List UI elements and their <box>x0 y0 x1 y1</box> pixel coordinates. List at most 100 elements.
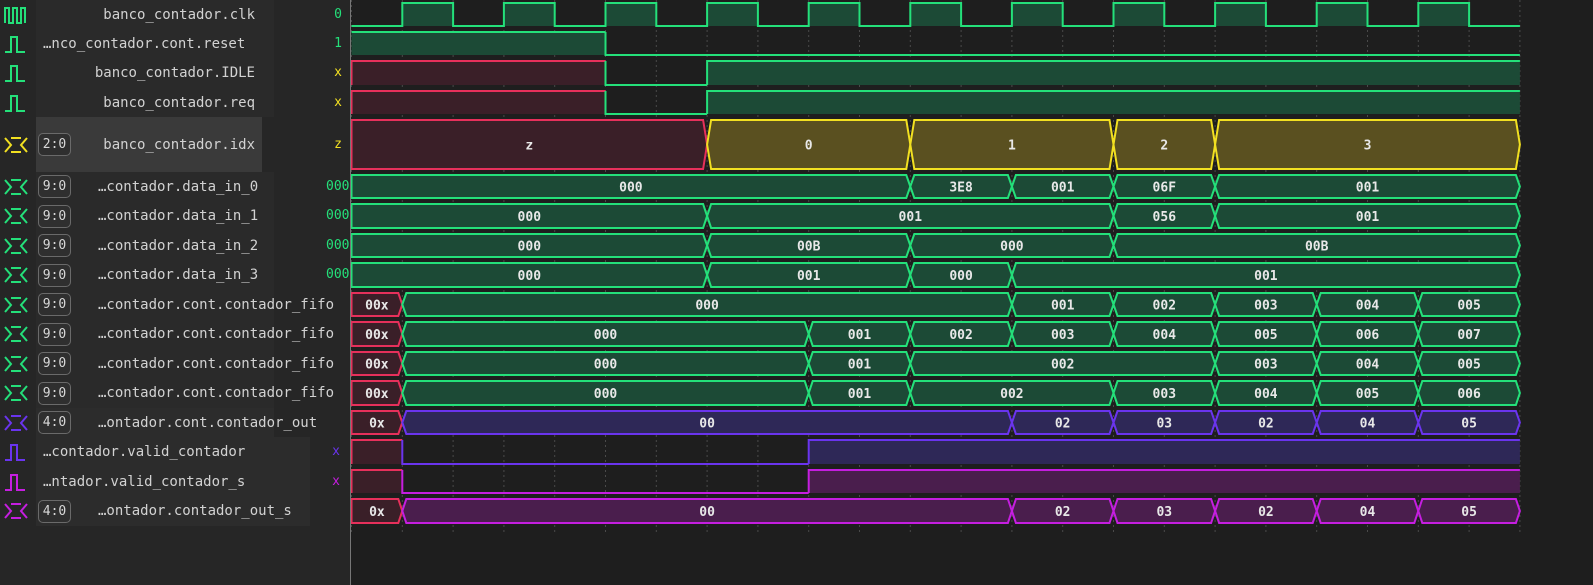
signal-row[interactable]: 9:0 …contador.cont.contador_fifo <box>0 319 350 349</box>
bus-value-label: 007 <box>1457 328 1480 343</box>
waveform-view[interactable]: z 0 1 2 3000 3E8 001 06F 001000 001 056 001000 00B 00… <box>351 0 1593 585</box>
bus-value-label: 1 <box>1008 139 1016 154</box>
signal-row[interactable]: 9:0 …contador.cont.contador_fifo <box>0 349 350 378</box>
signal-name: …contador.cont.contador_fifo <box>98 326 335 342</box>
bit-width-badge: 9:0 <box>38 263 71 287</box>
bus-wave-icon <box>4 503 28 519</box>
signal-value: x <box>334 94 342 110</box>
bit-width-badge: 4:0 <box>38 499 71 523</box>
signal-row[interactable]: banco_contador.req x <box>0 88 350 117</box>
signal-trace: 000 001 000 001 <box>351 262 1521 288</box>
signal-row[interactable]: banco_contador.clk 0 <box>0 0 350 29</box>
signal-row[interactable]: 4:0 …ontador.cont.contador_out <box>0 408 350 437</box>
clock-high-fill <box>707 3 758 26</box>
bit-wave-icon <box>5 35 25 53</box>
bus-value-label: 04 <box>1360 417 1376 432</box>
high-fill <box>808 440 1520 464</box>
clock-high-fill <box>1215 3 1266 26</box>
bus-value-label: 0x <box>369 417 385 432</box>
bus-value-label: 000 <box>518 240 542 255</box>
signal-row[interactable]: …nco_contador.cont.reset 1 <box>0 29 350 58</box>
clock-high-fill <box>1418 3 1470 26</box>
signal-name: banco_contador.IDLE <box>94 65 255 81</box>
bus-value-label: 00 <box>699 505 715 520</box>
bus-value-label: 004 <box>1356 299 1380 314</box>
high-fill <box>808 470 1520 493</box>
clock-high-fill <box>1011 3 1063 26</box>
bus-value-label: 005 <box>1457 299 1480 314</box>
signal-name: …contador.data_in_0 <box>98 178 259 195</box>
clock-icon <box>4 6 26 24</box>
bit-wave-icon <box>5 444 25 461</box>
bus-value-label: 006 <box>1457 387 1481 402</box>
bus-value-label: 000 <box>594 387 618 402</box>
signal-name: banco_contador.req <box>103 94 255 111</box>
signal-trace <box>351 469 1520 494</box>
bus-value-label: z <box>525 139 533 154</box>
signal-value: x <box>332 444 340 459</box>
signal-row[interactable]: …ntador.valid_contador_s x <box>0 467 350 496</box>
signal-value: 000 <box>326 267 350 282</box>
bus-value-label: 00B <box>797 240 821 255</box>
signal-name: banco_contador.idx <box>103 136 255 153</box>
signal-trace: z 0 1 2 3 <box>351 119 1521 170</box>
bus-value-label: 00x <box>365 328 389 343</box>
bus-value-label: 006 <box>1356 328 1380 343</box>
signal-trace: 0x 00 02 03 02 04 05 <box>351 410 1521 435</box>
bus-wave-icon <box>4 296 28 313</box>
unknown-fill <box>351 91 606 114</box>
bus-value-label: 3 <box>1364 139 1372 154</box>
signal-row[interactable]: 2:0 banco_contador.idx z <box>0 117 350 172</box>
signal-trace <box>351 2 1520 27</box>
bus-value-label: 00 <box>699 417 715 432</box>
bus-value-label: 2 <box>1160 139 1168 154</box>
signal-row[interactable]: 9:0 …contador.data_in_2 000 <box>0 231 350 260</box>
signal-row[interactable]: …contador.valid_contador x <box>0 437 350 467</box>
signal-trace: 00x 000 001 002 003 004 005 <box>351 292 1521 317</box>
signal-row[interactable]: banco_contador.IDLE x <box>0 58 350 88</box>
unknown-fill <box>351 440 403 464</box>
signal-row[interactable]: 9:0 …contador.data_in_0 000 <box>0 172 350 201</box>
bus-value-label: 0x <box>369 505 385 520</box>
bus-wave-icon <box>4 178 28 195</box>
bit-width-badge: 9:0 <box>38 234 71 257</box>
bus-value-label: 001 <box>1051 181 1075 196</box>
clock-high-fill <box>808 3 860 26</box>
bus-value-label: 000 <box>594 328 618 343</box>
signal-value: z <box>334 136 342 152</box>
clock-high-fill <box>503 3 555 26</box>
signal-row[interactable]: 9:0 …contador.cont.contador_fifo <box>0 290 350 319</box>
signal-name: …contador.valid_contador <box>43 444 246 460</box>
bus-value-label: 001 <box>1356 210 1380 225</box>
signal-row[interactable]: 9:0 …contador.data_in_1 000 <box>0 201 350 231</box>
signal-row[interactable]: 4:0 …ontador.contador_out_s <box>0 496 350 526</box>
signal-value: x <box>332 473 340 489</box>
signal-value: 0 <box>334 6 342 22</box>
signal-row[interactable]: 9:0 …contador.data_in_3 000 <box>0 260 350 290</box>
bus-wave-icon <box>4 414 28 431</box>
bit-wave-icon <box>5 473 25 491</box>
bit-wave-icon <box>5 94 25 112</box>
bus-value-label: 003 <box>1254 299 1277 314</box>
signal-name: …contador.data_in_3 <box>98 267 259 283</box>
bus-wave-icon <box>4 208 28 224</box>
unknown-fill <box>351 470 403 493</box>
signal-trace: 000 001 056 001 <box>351 203 1521 229</box>
bus-value-label: 000 <box>1000 240 1024 255</box>
bus-wave-icon <box>4 326 28 342</box>
bus-value-label: 00x <box>365 299 389 314</box>
signal-name: …contador.cont.contador_fifo <box>98 385 335 401</box>
clock-high-fill <box>910 3 962 26</box>
bit-width-badge: 9:0 <box>38 352 71 375</box>
signal-name: …ontador.cont.contador_out <box>98 414 318 431</box>
signal-trace <box>351 439 1520 465</box>
clock-high-fill <box>605 3 657 26</box>
clock-high-fill <box>1113 3 1165 26</box>
bus-value-label: 000 <box>695 299 719 314</box>
bus-wave-icon <box>4 237 28 254</box>
signal-row[interactable]: 9:0 …contador.cont.contador_fifo <box>0 378 350 408</box>
bus-value-label: 00x <box>365 387 389 402</box>
signal-trace: 000 00B 000 00B <box>351 233 1521 258</box>
bus-value-label: 3E8 <box>949 181 973 196</box>
signal-name: …contador.cont.contador_fifo <box>98 296 335 313</box>
